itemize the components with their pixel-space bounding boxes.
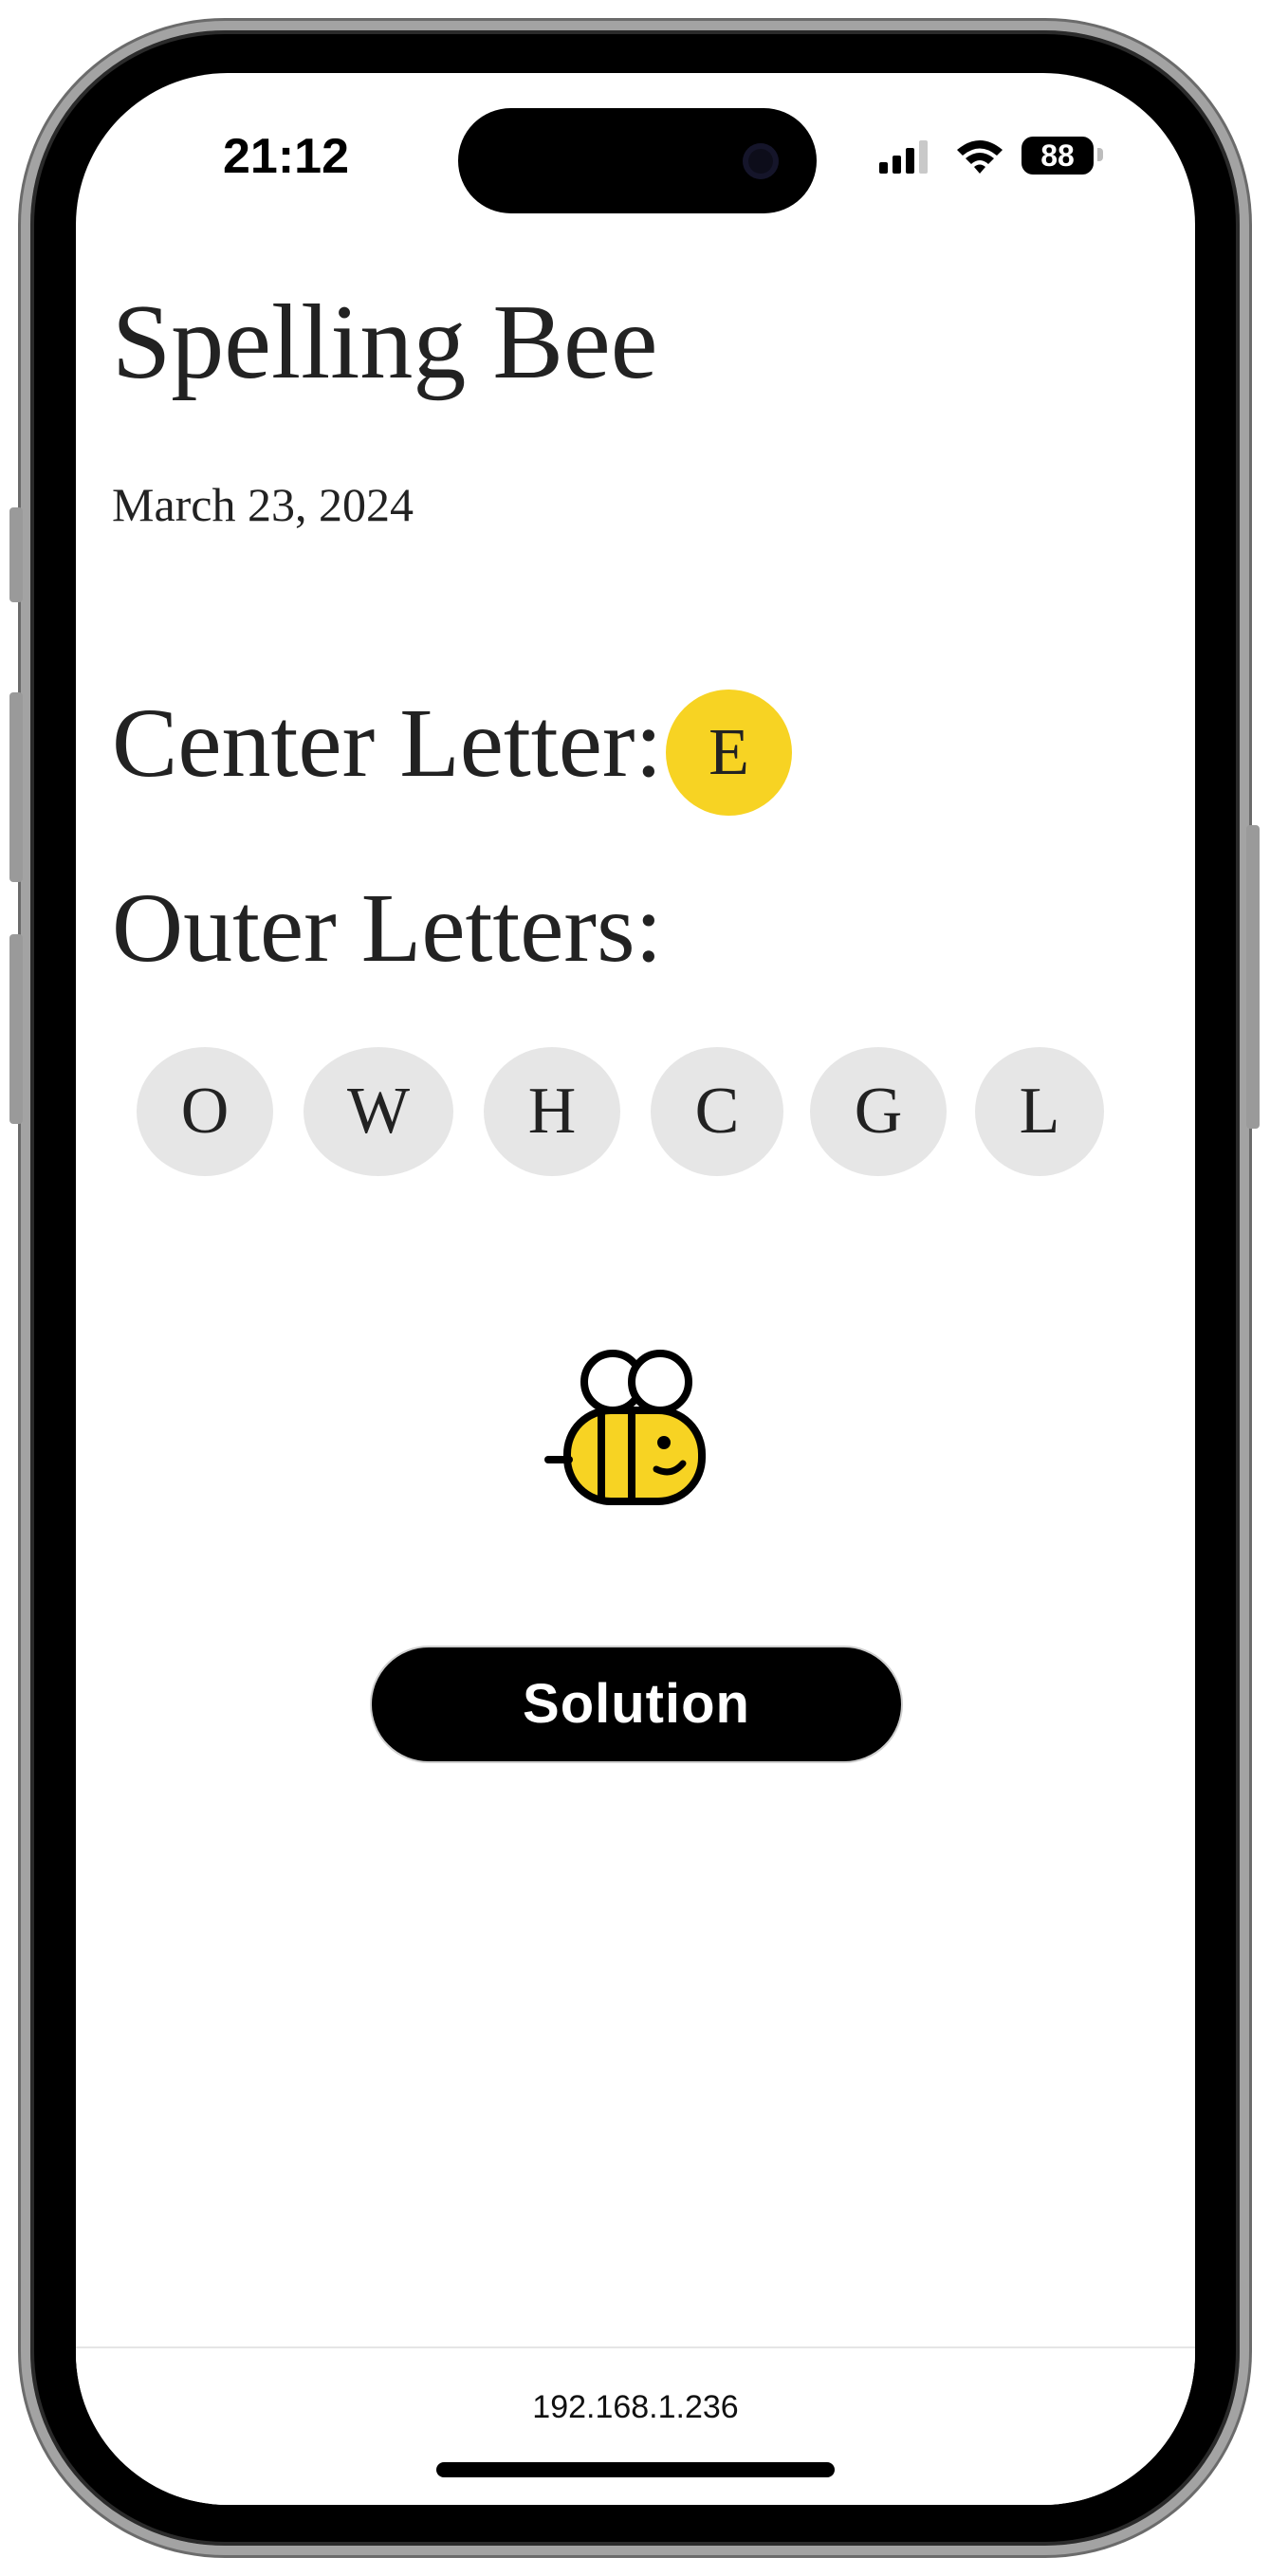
page-title: Spelling Bee	[112, 284, 658, 401]
outer-letters-label: Outer Letters:	[112, 874, 663, 983]
center-letter: E	[666, 690, 792, 816]
url-address[interactable]: 192.168.1.236	[76, 2391, 1195, 2423]
outer-letter: G	[810, 1047, 947, 1176]
puzzle-date: March 23, 2024	[112, 478, 414, 531]
center-letter-label: Center Letter:	[112, 689, 663, 798]
power-button	[1246, 825, 1260, 1129]
volume-down-button	[9, 934, 23, 1124]
battery-cap	[1097, 148, 1103, 161]
volume-up-button	[9, 692, 23, 882]
front-camera	[743, 143, 779, 179]
solution-button[interactable]: Solution	[370, 1646, 903, 1763]
action-button	[9, 507, 23, 602]
status-icons: 88	[877, 136, 1114, 177]
phone-screen: 21:12 88 Spelling Bee March 23, 2024 Cen…	[76, 73, 1195, 2505]
outer-letter: L	[975, 1047, 1104, 1176]
signal-icon	[879, 140, 928, 174]
browser-bottom-bar: 192.168.1.236	[76, 2346, 1195, 2505]
outer-letter: O	[137, 1047, 273, 1176]
dynamic-island	[458, 108, 817, 213]
outer-letter: H	[484, 1047, 620, 1176]
status-time: 21:12	[223, 129, 349, 184]
outer-letter: C	[651, 1047, 783, 1176]
battery-icon: 88	[1022, 137, 1094, 175]
wifi-icon	[957, 140, 1003, 174]
home-indicator[interactable]	[436, 2462, 835, 2477]
outer-letter: W	[304, 1047, 453, 1176]
bee-icon	[544, 1350, 706, 1505]
